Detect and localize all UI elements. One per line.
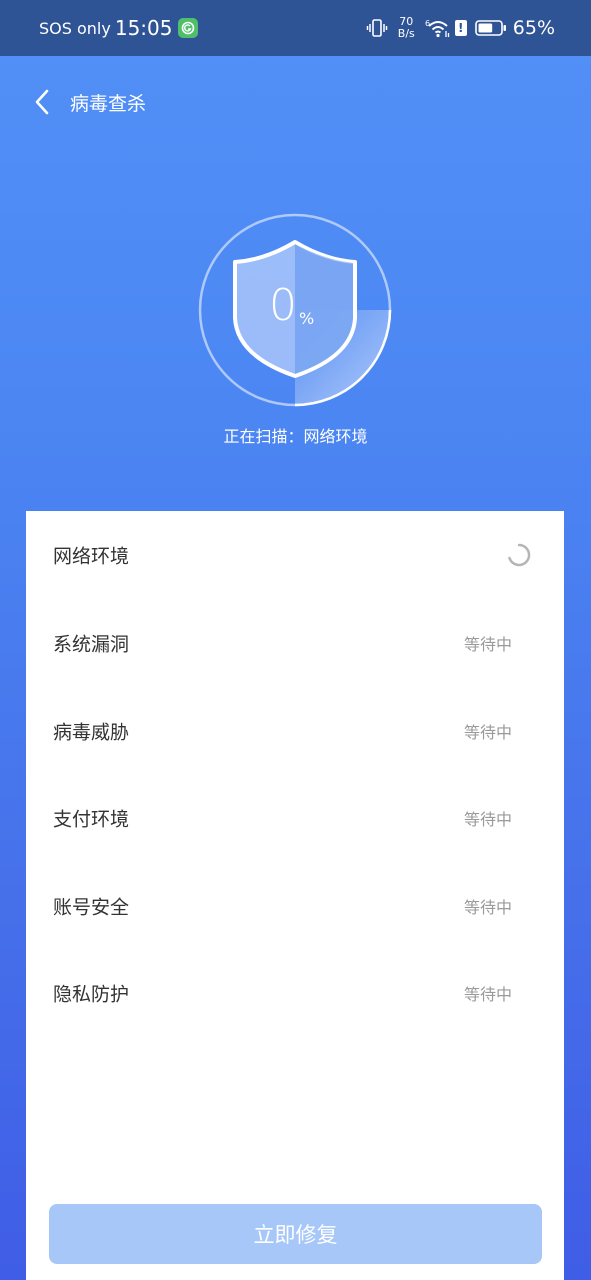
checklist-item: 隐私防护 等待中 xyxy=(26,968,564,1018)
checklist-item-label: 系统漏洞 xyxy=(53,633,130,656)
checklist-item-label: 隐私防护 xyxy=(53,983,130,1006)
status-bar-right: 70 B/s 6 ! 65% xyxy=(366,0,555,56)
checklist-item: 支付环境 等待中 xyxy=(26,793,564,843)
checklist-item-status: 等待中 xyxy=(463,723,512,742)
status-bar-left: SOS only 15:05 xyxy=(39,0,199,56)
checklist-item: 网络环境 xyxy=(26,530,564,580)
checklist-item: 病毒威胁 等待中 xyxy=(26,706,564,756)
vibrate-icon xyxy=(366,19,388,37)
checklist-item-label: 网络环境 xyxy=(53,545,130,568)
scan-percentage-sign: % xyxy=(299,309,315,328)
page-title: 病毒查杀 xyxy=(70,93,147,115)
repair-now-button[interactable]: 立即修复 xyxy=(49,1204,542,1264)
wifi-superscript: 6 xyxy=(425,19,430,28)
network-speed: 70 B/s xyxy=(398,16,415,40)
app-header: 病毒查杀 xyxy=(0,56,591,146)
battery-percentage: 65% xyxy=(512,17,555,39)
scan-checklist-card: 网络环境 系统漏洞 等待中 病毒威胁 等待中 支付环境 等待中 账号安全 等待中… xyxy=(26,511,564,1280)
loading-spinner-icon xyxy=(508,543,531,567)
checklist-item-label: 病毒威胁 xyxy=(53,721,130,744)
status-bar: SOS only 15:05 70 B/s 6 ! 65% xyxy=(0,0,591,56)
scan-percentage: 0 % xyxy=(269,284,314,328)
alert-icon: ! xyxy=(454,20,467,36)
checklist-item-status: 等待中 xyxy=(463,810,512,829)
wifi-icon: 6 xyxy=(425,19,449,38)
back-button[interactable] xyxy=(28,86,56,118)
checklist-item-status: 等待中 xyxy=(463,635,512,654)
clock: 15:05 xyxy=(114,16,173,40)
carrier-text: SOS only xyxy=(39,18,111,38)
checklist-item-status: 等待中 xyxy=(463,985,512,1004)
checklist-item-label: 账号安全 xyxy=(53,896,130,919)
checklist-item-status: 等待中 xyxy=(463,898,512,917)
checklist-item: 系统漏洞 等待中 xyxy=(26,618,564,668)
scan-progress-indicator: 0 % xyxy=(195,210,395,410)
network-speed-unit: B/s xyxy=(397,27,415,40)
scan-status-text: 正在扫描：网络环境 xyxy=(223,427,368,446)
checklist-item-label: 支付环境 xyxy=(53,808,130,831)
chevron-left-icon xyxy=(35,89,49,115)
scan-percentage-value: 0 xyxy=(269,280,297,331)
app-notification-icon xyxy=(178,18,199,38)
checklist-item: 账号安全 等待中 xyxy=(26,881,564,931)
battery-icon xyxy=(474,20,506,36)
